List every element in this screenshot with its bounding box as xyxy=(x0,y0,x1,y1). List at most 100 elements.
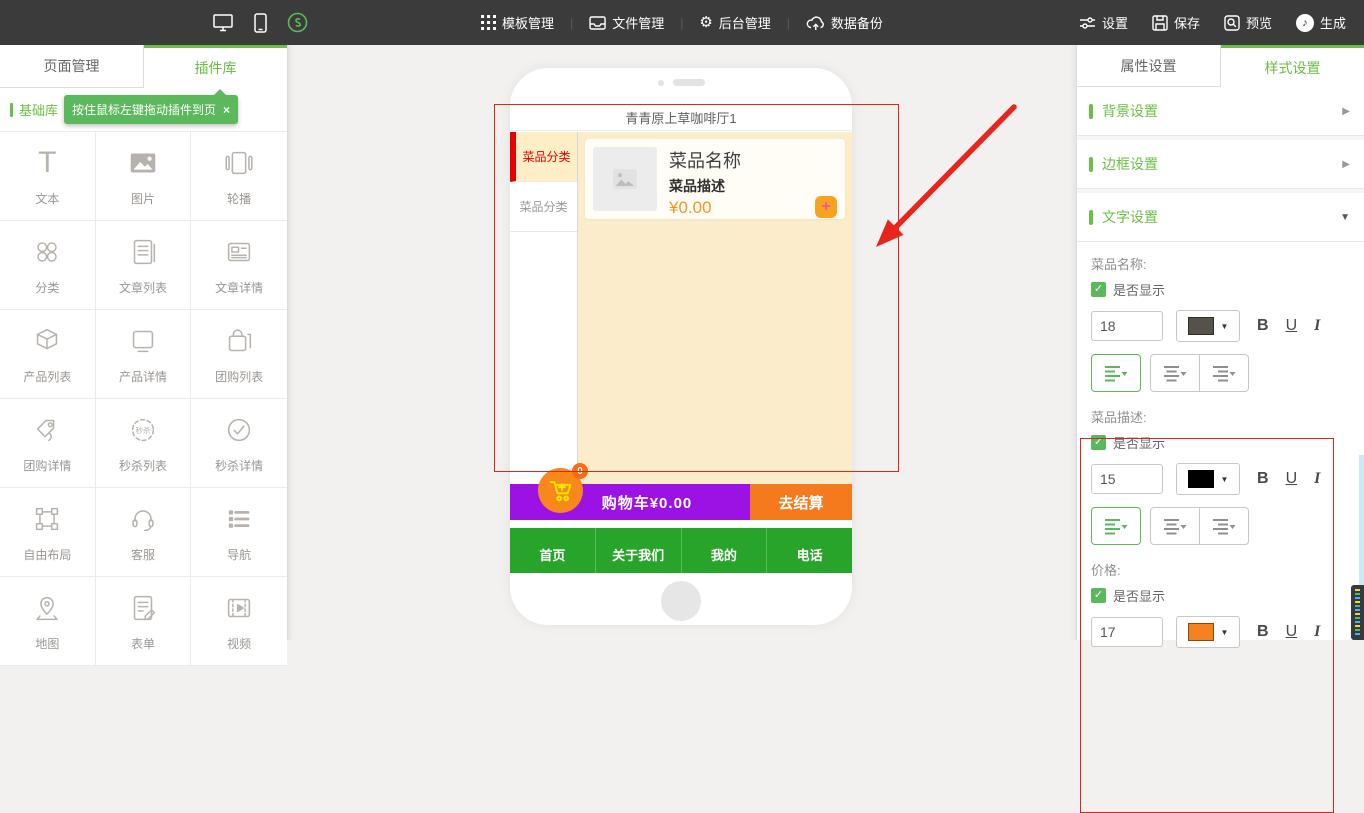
widget-customer-service[interactable]: 客服 xyxy=(96,488,192,577)
widget-video[interactable]: 视频 xyxy=(191,577,287,666)
link-icon[interactable] xyxy=(287,12,308,33)
section-text-settings[interactable]: 文字设置 ▼ xyxy=(1077,189,1364,242)
widget-text[interactable]: T 文本 xyxy=(0,132,96,221)
category-item[interactable]: 菜品分类 xyxy=(510,182,577,232)
article-list-icon xyxy=(126,234,160,270)
tab-page-management[interactable]: 页面管理 xyxy=(0,45,144,88)
topbar-actions: 设置 保存 预览 ♪ 生成 xyxy=(1079,0,1346,45)
bold-button[interactable]: B xyxy=(1257,470,1269,488)
checkbox-checked-icon[interactable]: ✓ xyxy=(1091,435,1106,450)
nav-item-about[interactable]: 关于我们 xyxy=(595,528,681,573)
align-left-button[interactable] xyxy=(1091,354,1141,392)
category-item-selected[interactable]: 菜品分类 xyxy=(510,132,577,182)
caret-right-icon: ▶ xyxy=(1342,106,1350,117)
section-border-settings[interactable]: 边框设置 ▶ xyxy=(1077,136,1364,189)
library-label: 基础库 xyxy=(19,100,58,119)
font-controls-row: ▼ B U I xyxy=(1091,310,1364,342)
underline-button[interactable]: U xyxy=(1286,623,1298,641)
dish-desc: 菜品描述 xyxy=(669,176,837,196)
widget-article-list[interactable]: 文章列表 xyxy=(96,221,192,310)
action-generate[interactable]: ♪ 生成 xyxy=(1296,13,1346,32)
widget-groupbuy-detail[interactable]: 团购详情 xyxy=(0,399,96,488)
category-icon xyxy=(30,234,64,270)
align-right-button[interactable] xyxy=(1199,354,1249,392)
checkout-button[interactable]: 去结算 xyxy=(750,484,852,520)
tab-attribute-settings[interactable]: 属性设置 xyxy=(1077,45,1221,87)
checkbox-checked-icon[interactable]: ✓ xyxy=(1091,588,1106,603)
widget-product-detail[interactable]: 产品详情 xyxy=(96,310,192,399)
widget-carousel[interactable]: 轮播 xyxy=(191,132,287,221)
action-label: 预览 xyxy=(1246,13,1272,32)
tooltip-text: 按住鼠标左键拖动插件到页 xyxy=(72,101,216,118)
align-center-button[interactable] xyxy=(1150,354,1200,392)
widget-free-layout[interactable]: 自由布局 xyxy=(0,488,96,577)
text-settings-content: 菜品名称: ✓ 是否显示 ▼ B U I 菜 xyxy=(1077,242,1364,648)
color-dropdown[interactable]: ▼ xyxy=(1176,310,1240,342)
show-checkbox-row[interactable]: ✓ 是否显示 xyxy=(1091,280,1364,299)
widget-image[interactable]: 图片 xyxy=(96,132,192,221)
widget-seckill-detail[interactable]: 秒杀详情 xyxy=(191,399,287,488)
dish-price-row: ¥0.00 + xyxy=(669,196,837,218)
align-left-button[interactable] xyxy=(1091,507,1141,545)
widget-groupbuy-list[interactable]: 团购列表 xyxy=(191,310,287,399)
desktop-preview-icon[interactable] xyxy=(212,13,234,32)
seckill-detail-icon xyxy=(222,412,256,448)
setting-group-price: 价格: ✓ 是否显示 ▼ B U I xyxy=(1091,560,1364,648)
action-label: 生成 xyxy=(1320,13,1346,32)
section-background-settings[interactable]: 背景设置 ▶ xyxy=(1077,87,1364,136)
bold-button[interactable]: B xyxy=(1257,623,1269,641)
action-settings[interactable]: 设置 xyxy=(1079,13,1128,32)
nav-item-home[interactable]: 首页 xyxy=(510,528,595,573)
caret-down-icon: ▼ xyxy=(1221,322,1229,331)
widget-seckill-list[interactable]: 秒杀 秒杀列表 xyxy=(96,399,192,488)
color-dropdown[interactable]: ▼ xyxy=(1176,463,1240,495)
font-size-input[interactable] xyxy=(1091,617,1163,647)
font-size-input[interactable] xyxy=(1091,464,1163,494)
bold-button[interactable]: B xyxy=(1257,317,1269,335)
color-dropdown[interactable]: ▼ xyxy=(1176,616,1240,648)
scrollbar-thumb[interactable] xyxy=(1351,585,1364,640)
align-right-button[interactable] xyxy=(1199,507,1249,545)
underline-button[interactable]: U xyxy=(1286,317,1298,335)
section-marker xyxy=(1089,104,1093,119)
save-icon xyxy=(1152,15,1168,31)
italic-button[interactable]: I xyxy=(1314,623,1320,641)
widget-navigation[interactable]: 导航 xyxy=(191,488,287,577)
home-button[interactable] xyxy=(661,581,701,621)
nav-item-mine[interactable]: 我的 xyxy=(681,528,767,573)
underline-button[interactable]: U xyxy=(1286,470,1298,488)
widget-map[interactable]: 地图 xyxy=(0,577,96,666)
headset-icon xyxy=(126,501,160,537)
add-to-cart-button[interactable]: + xyxy=(815,196,837,218)
show-checkbox-row[interactable]: ✓ 是否显示 xyxy=(1091,586,1364,605)
app-body: 菜品分类 菜品分类 菜品名称 菜品描述 ¥0.00 + xyxy=(510,132,852,484)
caret-down-icon: ▼ xyxy=(1340,212,1350,223)
dish-card[interactable]: 菜品名称 菜品描述 ¥0.00 + xyxy=(585,139,845,219)
font-controls-row: ▼ B U I xyxy=(1091,616,1364,648)
widget-article-detail[interactable]: 文章详情 xyxy=(191,221,287,310)
checkbox-checked-icon[interactable]: ✓ xyxy=(1091,282,1106,297)
italic-button[interactable]: I xyxy=(1314,470,1320,488)
align-center-button[interactable] xyxy=(1150,507,1200,545)
tab-style-settings[interactable]: 样式设置 xyxy=(1221,45,1364,87)
action-preview[interactable]: 预览 xyxy=(1224,13,1272,32)
widget-form[interactable]: 表单 xyxy=(96,577,192,666)
color-swatch xyxy=(1188,317,1214,335)
widget-category[interactable]: 分类 xyxy=(0,221,96,310)
font-size-input[interactable] xyxy=(1091,311,1163,341)
action-save[interactable]: 保存 xyxy=(1152,13,1200,32)
tab-plugin-library[interactable]: 插件库 xyxy=(144,45,287,88)
menu-template-management[interactable]: 模板管理 xyxy=(481,13,554,32)
menu-data-backup[interactable]: 数据备份 xyxy=(806,13,883,32)
tooltip-close-button[interactable]: × xyxy=(223,103,230,117)
cart-fab-button[interactable]: 0 xyxy=(538,468,583,513)
svg-text:秒杀: 秒杀 xyxy=(135,425,151,435)
show-checkbox-row[interactable]: ✓ 是否显示 xyxy=(1091,433,1364,452)
nav-item-phone[interactable]: 电话 xyxy=(766,528,852,573)
mobile-preview-icon[interactable] xyxy=(254,13,267,33)
menu-file-management[interactable]: 文件管理 xyxy=(589,13,664,32)
widget-product-list[interactable]: 产品列表 xyxy=(0,310,96,399)
italic-button[interactable]: I xyxy=(1314,317,1320,335)
color-swatch xyxy=(1188,470,1214,488)
menu-backend-management[interactable]: ⚙ 后台管理 xyxy=(699,13,770,32)
